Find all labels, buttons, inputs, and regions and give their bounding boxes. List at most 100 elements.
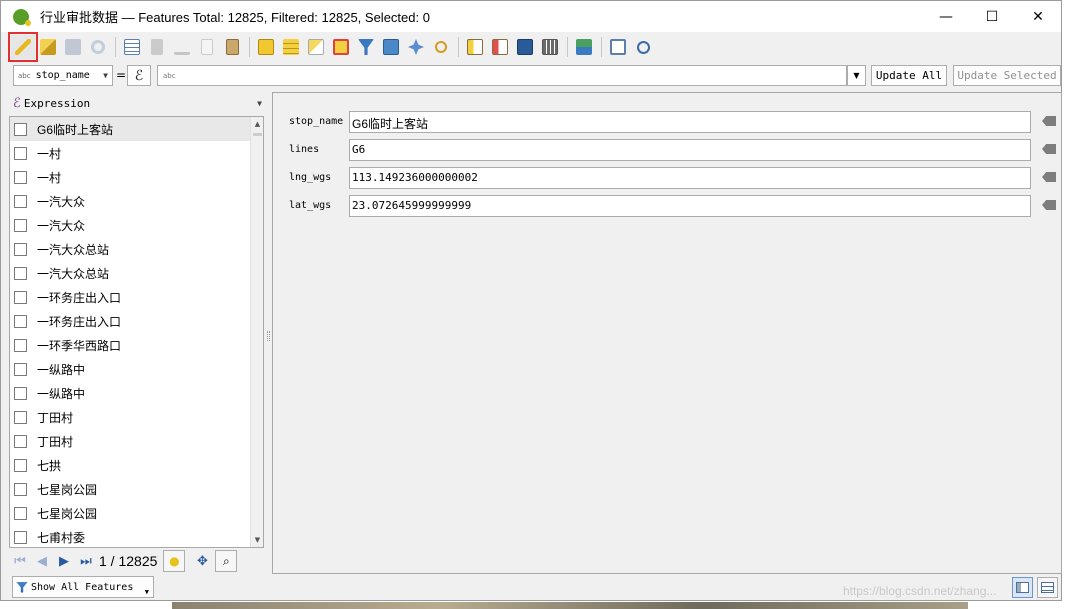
move-selection-top-button[interactable] (379, 35, 403, 59)
scroll-thumb[interactable] (253, 133, 262, 136)
dock-table-button[interactable] (606, 35, 630, 59)
pan-to-feature-button[interactable]: ✥ (191, 550, 213, 572)
list-item-checkbox[interactable] (14, 458, 27, 472)
delete-feature-button[interactable] (145, 35, 169, 59)
conditional-formatting-button[interactable] (538, 35, 562, 59)
last-feature-button[interactable]: ⏭ (75, 550, 97, 572)
list-item-checkbox[interactable] (14, 386, 27, 400)
list-item-checkbox[interactable] (14, 266, 27, 280)
update-selected-button[interactable]: Update Selected (953, 65, 1061, 86)
list-item[interactable]: 一汽大众 (10, 213, 251, 237)
toolbar-separator (567, 37, 568, 57)
copy-button[interactable] (195, 35, 219, 59)
list-item[interactable]: 一纵路中 (10, 381, 251, 405)
paste-button[interactable] (220, 35, 244, 59)
form-row-lat-wgs: lat_wgs 23.072645999999999 (273, 195, 1063, 217)
invert-selection-button[interactable] (304, 35, 328, 59)
list-item-checkbox[interactable] (14, 506, 27, 520)
list-item[interactable]: 一环务庄出入口 (10, 309, 251, 333)
attribute-form: stop_name G6临时上客站 lines G6 lng_wgs 113.1… (272, 92, 1062, 574)
update-value-dropdown[interactable]: ▼ (847, 65, 866, 86)
reload-button[interactable] (86, 35, 110, 59)
list-item[interactable]: G6临时上客站 (10, 117, 251, 141)
update-value-input[interactable]: abc (157, 65, 847, 86)
lines-input[interactable]: G6 (349, 139, 1031, 161)
list-item-label: G6临时上客站 (37, 122, 114, 137)
list-item[interactable]: 一纵路中 (10, 357, 251, 381)
list-item[interactable]: 七甫村委 (10, 525, 251, 547)
clear-icon[interactable] (1042, 200, 1056, 210)
clear-icon[interactable] (1042, 144, 1056, 154)
field-calculator-button[interactable] (513, 35, 537, 59)
clear-icon[interactable] (1042, 116, 1056, 126)
quick-field-bar: abc stop_name ▼ = ℰ abc ▼ Update All Upd… (1, 64, 1061, 88)
list-item-checkbox[interactable] (14, 122, 27, 136)
new-field-button[interactable] (463, 35, 487, 59)
multi-edit-button[interactable] (36, 35, 60, 59)
clear-icon[interactable] (1042, 172, 1056, 182)
list-item[interactable]: 丁田村 (10, 429, 251, 453)
list-item-checkbox[interactable] (14, 170, 27, 184)
pan-to-selected-button[interactable] (404, 35, 428, 59)
zoom-to-selected-button[interactable] (429, 35, 453, 59)
list-item[interactable]: 一村 (10, 165, 251, 189)
list-item[interactable]: 七星岗公园 (10, 477, 251, 501)
list-item-checkbox[interactable] (14, 482, 27, 496)
trash-icon (151, 39, 163, 55)
minimize-button[interactable]: — (923, 1, 969, 32)
scroll-up-arrow-icon[interactable]: ▲ (251, 117, 263, 131)
table-view-button[interactable] (1037, 577, 1058, 598)
list-item[interactable]: 一汽大众总站 (10, 237, 251, 261)
list-item-checkbox[interactable] (14, 338, 27, 352)
filter-select-button[interactable] (354, 35, 378, 59)
sort-arrow-icon[interactable]: ▼ (257, 99, 262, 108)
panel-splitter[interactable] (267, 331, 270, 341)
add-feature-button[interactable] (120, 35, 144, 59)
field-selector[interactable]: abc stop_name ▼ (13, 65, 113, 86)
list-item[interactable]: 一环季华西路口 (10, 333, 251, 357)
list-item-checkbox[interactable] (14, 410, 27, 424)
form-view-button[interactable] (1012, 577, 1033, 598)
maximize-button[interactable]: ☐ (969, 1, 1015, 32)
list-item[interactable]: 一环务庄出入口 (10, 285, 251, 309)
list-item-checkbox[interactable] (14, 314, 27, 328)
delete-field-button[interactable] (488, 35, 512, 59)
list-item-checkbox[interactable] (14, 194, 27, 208)
organize-columns-button[interactable] (631, 35, 655, 59)
expression-builder-button[interactable]: ℰ (127, 65, 151, 86)
save-edits-button[interactable] (61, 35, 85, 59)
select-all-button[interactable] (279, 35, 303, 59)
list-item-checkbox[interactable] (14, 530, 27, 544)
lat-wgs-input[interactable]: 23.072645999999999 (349, 195, 1031, 217)
update-all-button[interactable]: Update All (871, 65, 947, 86)
show-all-features-button[interactable]: Show All Features ▼ (12, 576, 154, 598)
list-item-checkbox[interactable] (14, 146, 27, 160)
list-item[interactable]: 七拱 (10, 453, 251, 477)
next-feature-button[interactable]: ▶ (53, 550, 75, 572)
toggle-editing-button[interactable] (8, 32, 38, 62)
zoom-to-feature-button[interactable]: ⌕ (215, 550, 238, 572)
list-item[interactable]: 一汽大众 (10, 189, 251, 213)
previous-feature-button[interactable]: ◀ (31, 550, 53, 572)
first-feature-button[interactable]: ⏮ (9, 550, 31, 572)
close-button[interactable]: ✕ (1015, 1, 1061, 32)
stop-name-input[interactable]: G6临时上客站 (349, 111, 1031, 133)
select-by-expression-button[interactable] (254, 35, 278, 59)
actions-button[interactable] (572, 35, 596, 59)
list-item-checkbox[interactable] (14, 242, 27, 256)
list-item[interactable]: 一汽大众总站 (10, 261, 251, 285)
list-item[interactable]: 七星岗公园 (10, 501, 251, 525)
list-item[interactable]: 丁田村 (10, 405, 251, 429)
cut-button[interactable] (170, 35, 194, 59)
list-item-checkbox[interactable] (14, 362, 27, 376)
display-expression-header[interactable]: ℰ Expression ▼ (9, 92, 264, 115)
deselect-all-button[interactable] (329, 35, 353, 59)
list-item[interactable]: 一村 (10, 141, 251, 165)
list-item-checkbox[interactable] (14, 290, 27, 304)
feature-list-scrollbar[interactable]: ▲ ▼ (250, 117, 263, 547)
list-item-checkbox[interactable] (14, 434, 27, 448)
list-item-checkbox[interactable] (14, 218, 27, 232)
lng-wgs-input[interactable]: 113.149236000000002 (349, 167, 1031, 189)
highlight-feature-button[interactable]: ● (163, 550, 186, 572)
scroll-down-arrow-icon[interactable]: ▼ (251, 533, 263, 547)
